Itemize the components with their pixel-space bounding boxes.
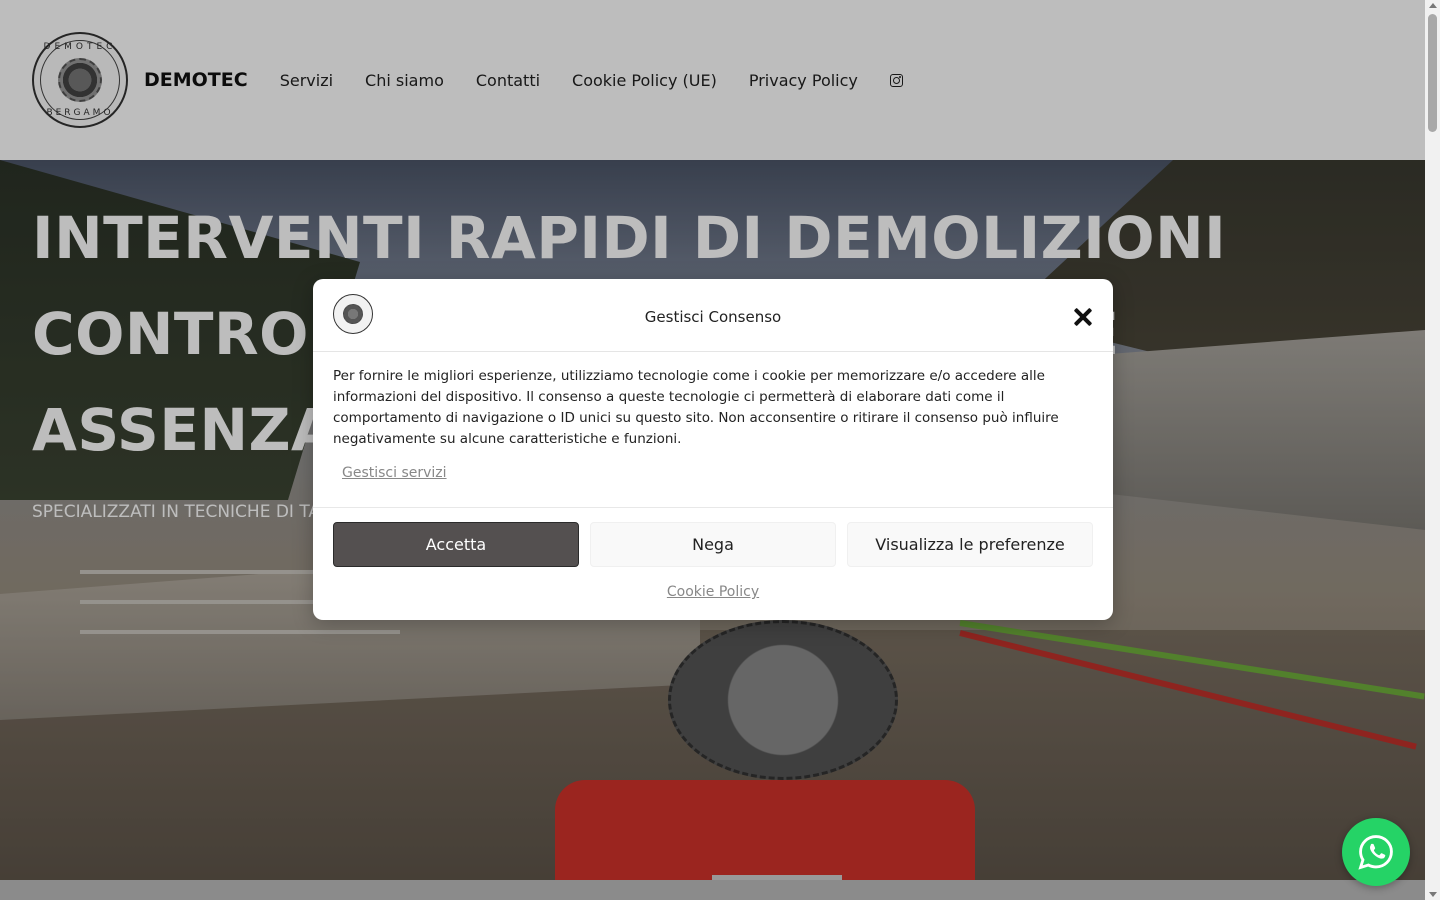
hero-bg-saw-blade xyxy=(668,620,898,780)
deny-button[interactable]: Nega xyxy=(590,522,836,567)
main-nav: Servizi Chi siamo Contatti Cookie Policy… xyxy=(280,71,903,90)
saw-blade-icon xyxy=(58,58,102,102)
hero-subtitle: SPECIALIZZATI IN TECNICHE DI TAGLIO xyxy=(32,502,361,522)
whatsapp-button[interactable] xyxy=(1342,818,1410,886)
hero-bg-rail xyxy=(80,630,400,634)
scroll-up-arrow-icon[interactable] xyxy=(1429,3,1437,8)
brand-name[interactable]: DEMOTEC xyxy=(144,69,248,91)
view-preferences-button[interactable]: Visualizza le preferenze xyxy=(847,522,1093,567)
accept-button[interactable]: Accetta xyxy=(333,522,579,567)
nav-item-privacy-policy[interactable]: Privacy Policy xyxy=(749,71,858,90)
nav-item-chi-siamo[interactable]: Chi siamo xyxy=(365,71,444,90)
cookie-policy-link[interactable]: Cookie Policy xyxy=(313,584,1113,600)
manage-services-wrap: Gestisci servizi xyxy=(313,450,1113,494)
manage-services-link[interactable]: Gestisci servizi xyxy=(342,465,447,481)
nav-item-contatti[interactable]: Contatti xyxy=(476,71,540,90)
dialog-buttons: Accetta Nega Visualizza le preferenze xyxy=(333,522,1093,567)
site-header: DEMOTEC BERGAMO DEMOTEC Servizi Chi siam… xyxy=(0,0,1425,160)
logo-text-bottom: BERGAMO xyxy=(46,108,114,118)
whatsapp-icon xyxy=(1358,835,1393,870)
dialog-divider xyxy=(313,507,1113,508)
nav-item-servizi[interactable]: Servizi xyxy=(280,71,333,90)
scroll-down-arrow-icon[interactable] xyxy=(1429,892,1437,897)
page-bottom-strip xyxy=(0,880,1425,900)
close-icon[interactable] xyxy=(1073,307,1093,327)
site-logo[interactable]: DEMOTEC BERGAMO xyxy=(32,32,128,128)
dialog-title: Gestisci Consenso xyxy=(644,308,782,326)
dialog-body-text: Per fornire le migliori esperienze, util… xyxy=(333,368,1059,447)
dialog-header: Gestisci Consenso xyxy=(313,279,1113,352)
logo-text-top: DEMOTEC xyxy=(43,42,117,52)
scroll-thumb[interactable] xyxy=(1428,14,1437,132)
nav-item-cookie-policy[interactable]: Cookie Policy (UE) xyxy=(572,71,717,90)
instagram-icon[interactable] xyxy=(889,73,903,87)
cookie-consent-dialog: Gestisci Consenso Per fornire le miglior… xyxy=(313,279,1113,620)
page-scrollbar[interactable] xyxy=(1425,0,1440,900)
hero-bg-machine xyxy=(555,780,975,880)
